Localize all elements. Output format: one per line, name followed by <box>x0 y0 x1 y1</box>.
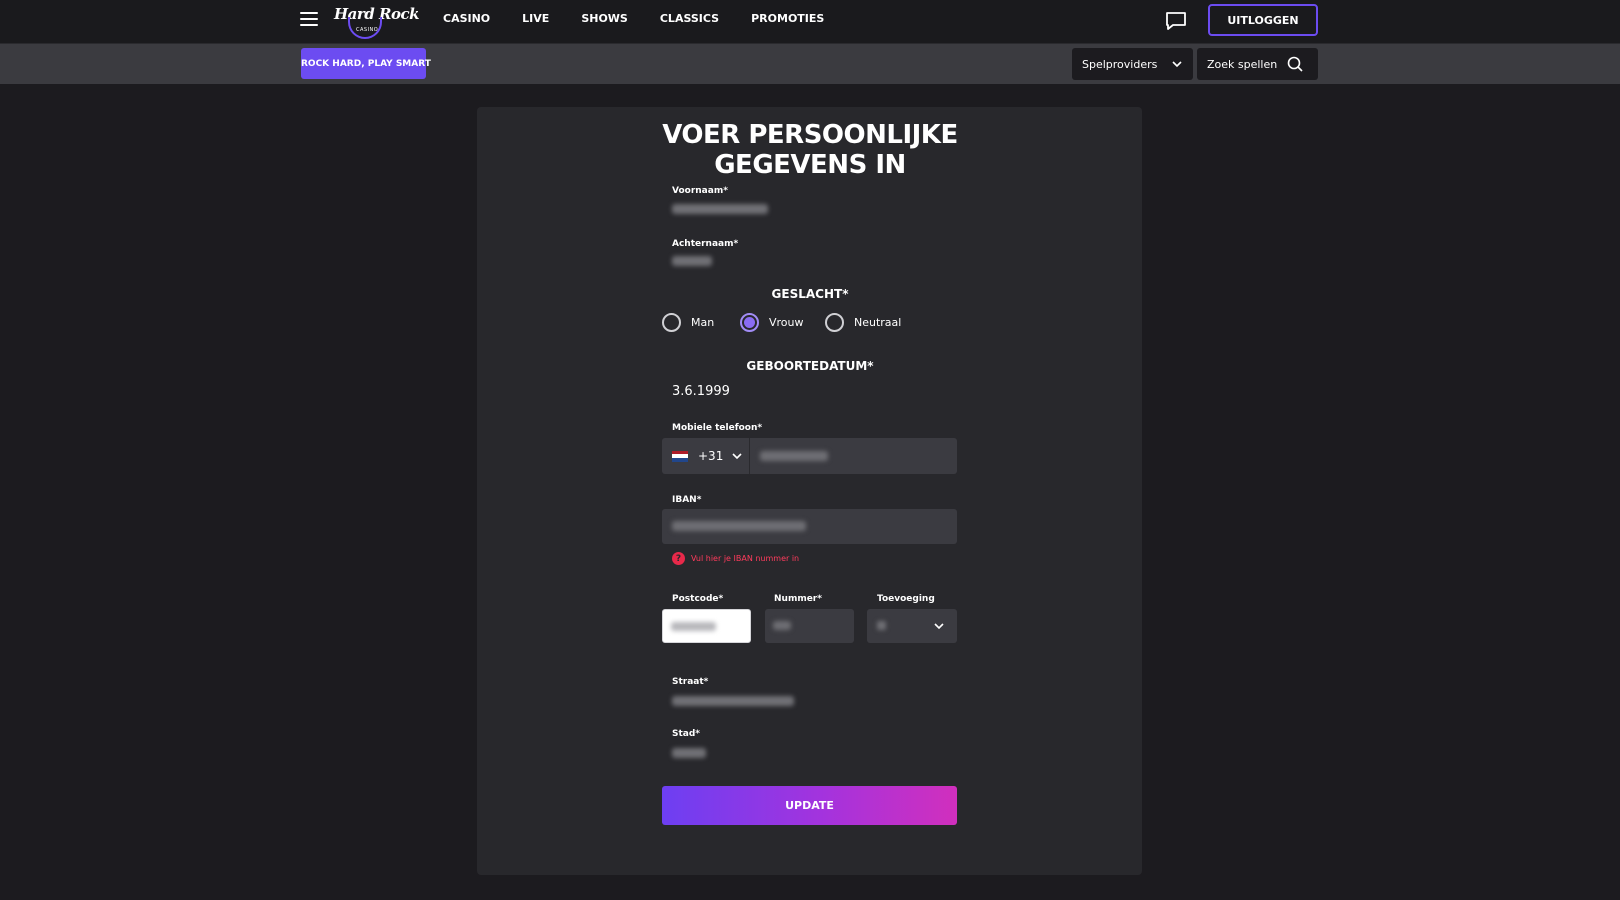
update-button[interactable]: UPDATE <box>662 786 957 825</box>
iban-label: IBAN* <box>672 495 702 505</box>
question-icon: ? <box>672 552 685 565</box>
iban-error-text: Vul hier je IBAN nummer in <box>691 554 800 563</box>
first-name-value[interactable] <box>672 204 768 214</box>
nav-shows[interactable]: SHOWS <box>581 12 628 25</box>
addition-label: Toevoeging <box>877 594 935 604</box>
chevron-down-icon <box>732 453 742 460</box>
logout-button[interactable]: UITLOGGEN <box>1208 4 1318 36</box>
nav-promoties[interactable]: PROMOTIES <box>751 12 824 25</box>
iban-value <box>672 521 806 531</box>
game-providers-dropdown[interactable]: Spelproviders <box>1072 48 1193 80</box>
city-label: Stad* <box>672 729 701 739</box>
chevron-down-icon <box>1172 61 1182 68</box>
hard-rock-logo[interactable]: Hard Rock CASINO <box>334 3 420 39</box>
gender-heading: GESLACHT* <box>771 287 849 301</box>
postcode-value <box>671 622 716 631</box>
number-label: Nummer* <box>774 594 822 604</box>
phone-number-value <box>760 451 828 461</box>
house-number-input[interactable] <box>765 609 854 643</box>
street-value[interactable] <box>672 696 794 706</box>
rock-hard-play-smart-button[interactable]: ROCK HARD, PLAY SMART <box>301 48 431 79</box>
iban-input[interactable] <box>662 509 957 544</box>
country-code: +31 <box>698 449 724 463</box>
nav-classics[interactable]: CLASSICS <box>660 12 719 25</box>
country-code-select[interactable]: +31 <box>662 438 750 474</box>
radio-label-vrouw: Vrouw <box>769 316 804 329</box>
gender-radio-vrouw[interactable]: Vrouw <box>740 313 825 332</box>
nav-casino[interactable]: CASINO <box>443 12 490 25</box>
radio-label-man: Man <box>691 316 715 329</box>
chat-icon[interactable] <box>1164 9 1188 33</box>
logo-subtext: CASINO <box>356 27 379 33</box>
phone-field: +31 <box>662 438 957 474</box>
main-nav: CASINO LIVE SHOWS CLASSICS PROMOTIES <box>443 12 824 25</box>
phone-number-input[interactable] <box>750 438 957 474</box>
nav-live[interactable]: LIVE <box>522 12 549 25</box>
dob-heading: GEBOORTEDATUM* <box>746 359 874 373</box>
game-search[interactable] <box>1197 48 1318 80</box>
first-name-label: Voornaam* <box>672 186 728 196</box>
page-title: VOER PERSOONLIJKE GEGEVENS IN <box>0 120 1620 180</box>
secondary-bar: ROCK HARD, PLAY SMART Spelproviders <box>0 44 1620 84</box>
search-input[interactable] <box>1207 57 1287 71</box>
radio-circle[interactable] <box>662 313 681 332</box>
chevron-down-icon <box>934 623 944 630</box>
top-navbar: Hard Rock CASINO CASINO LIVE SHOWS CLASS… <box>0 0 1620 44</box>
gender-radio-neutraal[interactable]: Neutraal <box>825 313 901 332</box>
iban-error: ? Vul hier je IBAN nummer in <box>672 552 799 565</box>
radio-circle[interactable] <box>825 313 844 332</box>
personal-details-card <box>477 107 1142 875</box>
phone-label: Mobiele telefoon* <box>672 423 763 433</box>
gender-radio-group: Man Vrouw Neutraal <box>662 313 901 332</box>
street-label: Straat* <box>672 677 709 687</box>
title-line-2: GEGEVENS IN <box>714 150 906 180</box>
city-value[interactable] <box>672 748 706 758</box>
last-name-label: Achternaam* <box>672 239 739 249</box>
search-icon[interactable] <box>1287 56 1303 72</box>
last-name-value[interactable] <box>672 256 712 266</box>
house-number-value <box>773 621 791 630</box>
gender-radio-man[interactable]: Man <box>662 313 740 332</box>
dob-value: 3.6.1999 <box>672 384 730 399</box>
providers-label: Spelproviders <box>1082 57 1158 71</box>
netherlands-flag-icon <box>672 450 688 462</box>
menu-icon[interactable] <box>300 12 318 28</box>
addition-select[interactable] <box>867 609 957 643</box>
postcode-label: Postcode* <box>672 594 724 604</box>
title-line-1: VOER PERSOONLIJKE <box>662 120 958 150</box>
radio-label-neutraal: Neutraal <box>854 316 902 329</box>
postcode-input[interactable] <box>662 609 751 643</box>
radio-circle-selected[interactable] <box>740 313 759 332</box>
addition-value <box>877 621 886 630</box>
